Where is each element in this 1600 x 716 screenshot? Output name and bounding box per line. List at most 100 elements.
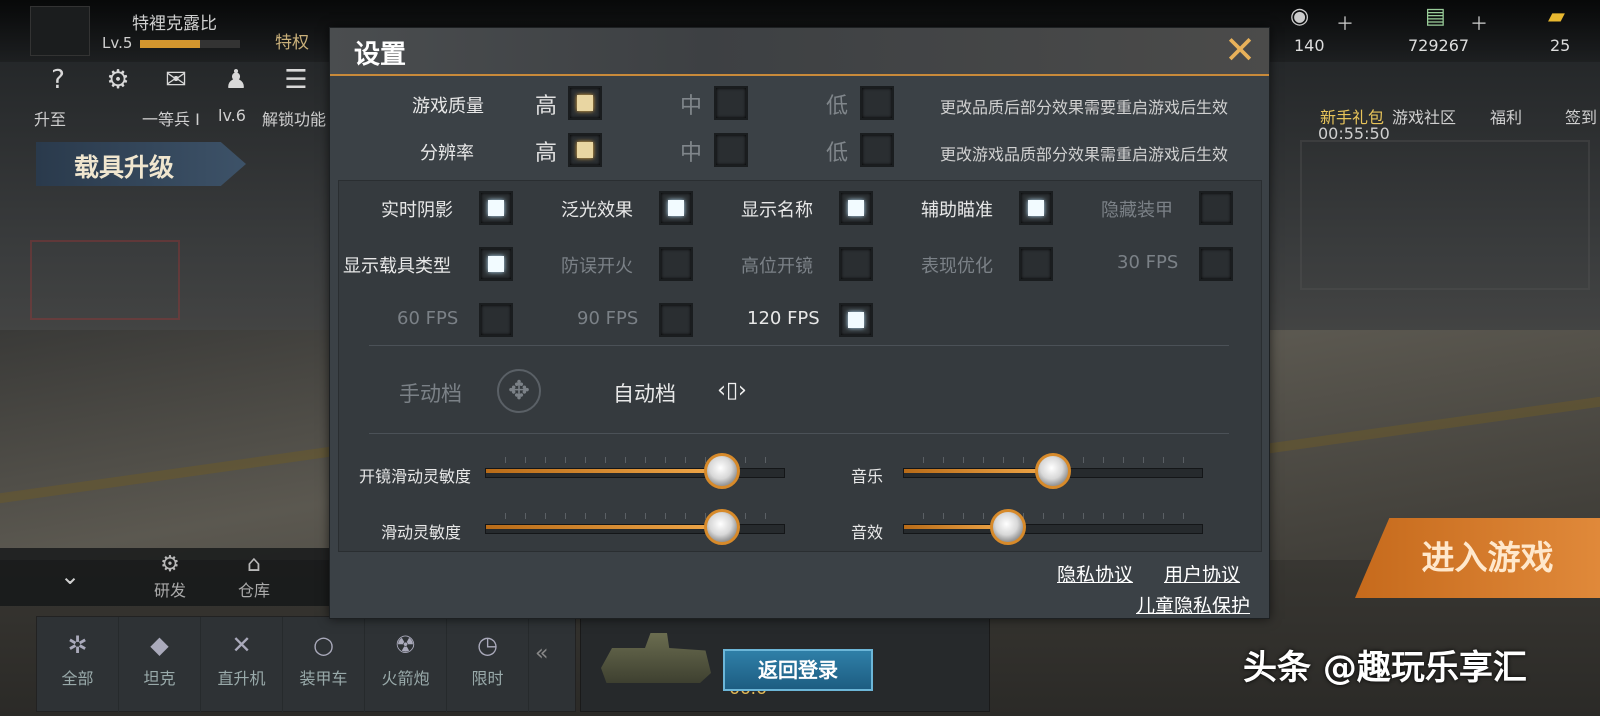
toggle-misfire-checkbox[interactable] xyxy=(659,247,693,281)
return-login-button[interactable]: 返回登录 xyxy=(723,649,873,691)
slider-tick xyxy=(1163,457,1164,463)
slider-knob[interactable] xyxy=(990,509,1026,545)
settings-dialog: 设置 ✕ 游戏质量 高 中 低 更改品质后部分效果需要重启游戏后生效 分辨率 高… xyxy=(329,27,1270,619)
unlock-prefix: 升至 xyxy=(34,110,67,129)
slider-tick xyxy=(545,457,546,463)
music-slider[interactable] xyxy=(903,453,1203,489)
toggle-60fps-checkbox[interactable] xyxy=(479,303,513,337)
toggle-names-checkbox[interactable] xyxy=(839,191,873,225)
player-avatar[interactable] xyxy=(30,6,90,56)
garage-structure xyxy=(1300,140,1590,290)
toggle-label-vehicle-type: 显示载具类型 xyxy=(343,256,451,277)
sfx-slider[interactable] xyxy=(903,509,1203,545)
dialog-title: 设置 xyxy=(354,40,407,70)
divider xyxy=(369,433,1229,434)
add-currency-b-icon[interactable]: ＋ xyxy=(1470,10,1488,36)
privacy-policy-link[interactable]: 隐私协议 xyxy=(1057,560,1133,587)
toggle-label-shadow: 实时阴影 xyxy=(381,200,453,221)
nav-warehouse[interactable]: ⌂ 仓库 xyxy=(214,552,294,601)
add-currency-a-icon[interactable]: ＋ xyxy=(1336,10,1354,36)
event-community[interactable]: 游戏社区 xyxy=(1392,104,1456,128)
slider-tick xyxy=(1103,457,1104,463)
help-icon[interactable]: ? xyxy=(40,64,76,96)
chevron-down-icon[interactable]: ⌄ xyxy=(60,562,80,590)
joystick-icon[interactable]: ✥ xyxy=(497,369,541,413)
toggle-120fps-checkbox[interactable] xyxy=(839,303,873,337)
gear-icon: ✲ xyxy=(67,631,88,659)
privilege-label[interactable]: 特权 xyxy=(275,28,309,53)
slider-knob[interactable] xyxy=(704,453,740,489)
event-timer: 00:55:50 xyxy=(1318,124,1390,143)
mail-icon[interactable]: ✉ xyxy=(158,64,194,96)
resolution-high-checkbox[interactable] xyxy=(568,133,602,167)
resolution-note: 更改游戏品质部分效果需重启游戏后生效 xyxy=(940,145,1229,164)
child-privacy-link[interactable]: 儿童隐私保护 xyxy=(1136,591,1250,618)
resolution-mid-label: 中 xyxy=(680,141,703,166)
nav-research[interactable]: ⚙ 研发 xyxy=(130,552,210,601)
enter-game-button[interactable]: 进入游戏 xyxy=(1355,518,1600,598)
toggle-aim-assist-checkbox[interactable] xyxy=(1019,191,1053,225)
filter-rocket[interactable]: ☢ 火箭炮 xyxy=(365,617,447,713)
scope-sensitivity-label: 开镜滑动灵敏度 xyxy=(359,467,472,486)
toggle-30fps-checkbox[interactable] xyxy=(1199,247,1233,281)
slider-tick xyxy=(765,457,766,463)
toggle-bloom-checkbox[interactable] xyxy=(659,191,693,225)
toggle-vehicle-type-checkbox[interactable] xyxy=(479,247,513,281)
currency-c: 25 xyxy=(1550,36,1571,55)
friends-icon[interactable]: ♟ xyxy=(218,64,254,96)
toggle-hide-armor-checkbox[interactable] xyxy=(1199,191,1233,225)
slider-tick xyxy=(745,513,746,519)
resolution-low-checkbox[interactable] xyxy=(860,133,894,167)
auto-gear-icon[interactable]: ‹▯› xyxy=(707,371,757,411)
vehicle-upgrade-button[interactable]: 载具升级 xyxy=(36,142,246,186)
quality-high-checkbox[interactable] xyxy=(568,86,602,120)
gear-auto-label[interactable]: 自动档 xyxy=(613,378,676,408)
slider-tick xyxy=(1123,513,1124,519)
quality-mid-label: 中 xyxy=(680,94,703,119)
toggle-high-scope-checkbox[interactable] xyxy=(839,247,873,281)
quality-low-checkbox[interactable] xyxy=(860,86,894,120)
news-icon[interactable]: ☰ xyxy=(278,64,314,96)
resolution-high-label: 高 xyxy=(535,141,558,166)
vehicle-upgrade-label: 载具升级 xyxy=(74,153,175,182)
quality-mid-checkbox[interactable] xyxy=(714,86,748,120)
slider-knob[interactable] xyxy=(704,509,740,545)
slider-tick xyxy=(1063,513,1064,519)
slider-knob[interactable] xyxy=(1035,453,1071,489)
filter-all[interactable]: ✲ 全部 xyxy=(37,617,119,713)
unlock-rank: 一等兵 I xyxy=(142,110,200,129)
gear-icon[interactable]: ⚙ xyxy=(100,64,136,96)
gold-icon: ▰ xyxy=(1548,4,1565,29)
slider-tick xyxy=(525,457,526,463)
toggle-label-120fps: 120 FPS xyxy=(747,308,820,329)
collapse-icon[interactable]: « xyxy=(535,641,548,666)
close-icon[interactable]: ✕ xyxy=(1220,30,1260,70)
filter-tank[interactable]: ◆ 坦克 xyxy=(119,617,201,713)
unlock-level: lv.6 xyxy=(218,106,246,125)
filter-limited[interactable]: ◷ 限时 xyxy=(447,617,529,713)
options-panel: 实时阴影 泛光效果 显示名称 辅助瞄准 隐藏装甲 显示载具类型 防误开火 高位开… xyxy=(338,180,1262,552)
slider-tick xyxy=(565,457,566,463)
slider-tick xyxy=(505,513,506,519)
resolution-mid-checkbox[interactable] xyxy=(714,133,748,167)
gear-icon: ⚙ xyxy=(160,552,180,577)
filter-helicopter[interactable]: ✕ 直升机 xyxy=(201,617,283,713)
event-welfare[interactable]: 福利 xyxy=(1490,104,1522,128)
watermark: 头条 @趣玩乐享汇 xyxy=(1243,648,1527,688)
tank-image xyxy=(601,633,711,683)
gear-manual-label[interactable]: 手动档 xyxy=(399,378,462,408)
slider-tick xyxy=(983,513,984,519)
scope-sensitivity-slider[interactable] xyxy=(485,453,785,489)
forklift xyxy=(30,240,180,320)
toggle-shadow-checkbox[interactable] xyxy=(479,191,513,225)
user-agreement-link[interactable]: 用户协议 xyxy=(1164,560,1240,587)
swipe-sensitivity-slider[interactable] xyxy=(485,509,785,545)
slider-tick xyxy=(963,513,964,519)
rocket-icon: ☢ xyxy=(394,631,417,659)
slider-tick xyxy=(665,513,666,519)
filter-armored[interactable]: ○ 装甲车 xyxy=(283,617,365,713)
event-signin[interactable]: 签到 xyxy=(1565,104,1597,128)
toggle-90fps-checkbox[interactable] xyxy=(659,303,693,337)
toggle-label-60fps: 60 FPS xyxy=(397,308,459,329)
toggle-perf-opt-checkbox[interactable] xyxy=(1019,247,1053,281)
